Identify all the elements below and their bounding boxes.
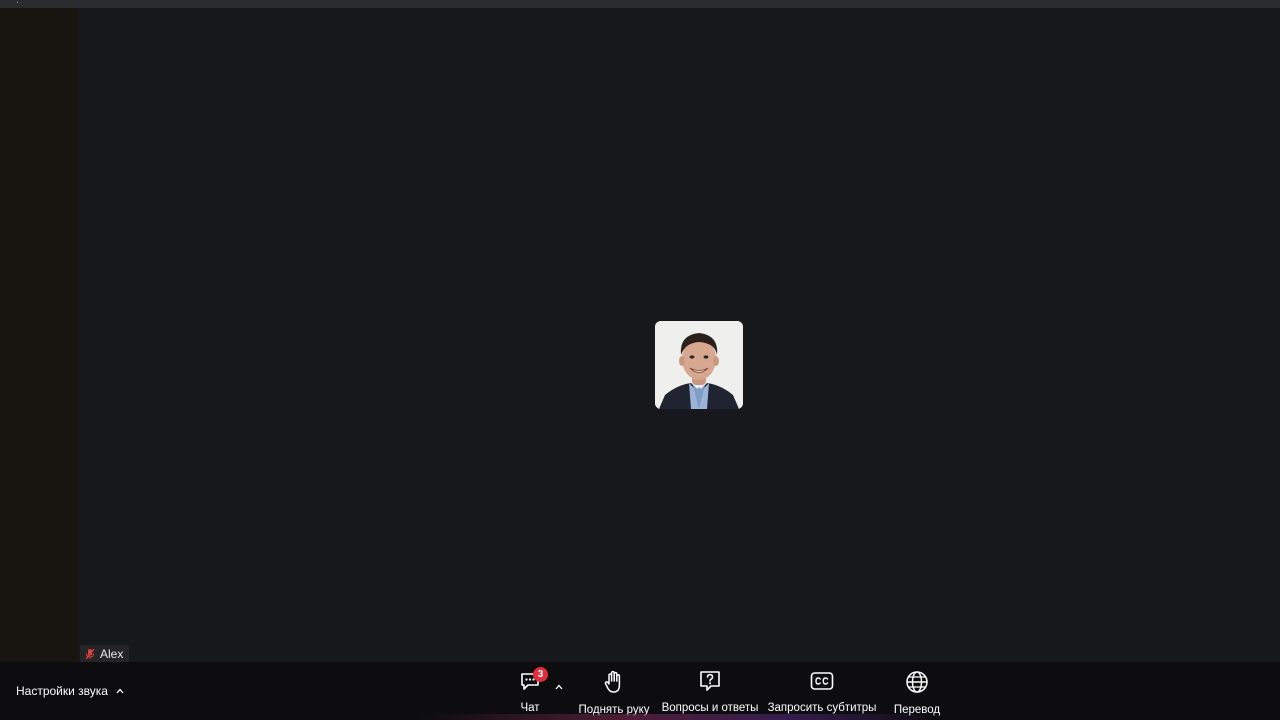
translate-icon-wrap <box>905 670 929 694</box>
meeting-toolbar: Настройки звука 3 Чат Поднять руку Вопро… <box>0 662 1280 720</box>
chat-label: Чат <box>520 702 540 714</box>
chat-button[interactable]: 3 Чат <box>514 667 548 714</box>
closed-captions-icon <box>810 672 834 690</box>
hand-icon <box>604 670 621 693</box>
qa-button[interactable]: Вопросы и ответы <box>661 670 759 714</box>
chat-unread-badge: 3 <box>533 667 548 682</box>
captions-icon-wrap <box>810 670 834 692</box>
qa-label: Вопросы и ответы <box>661 702 759 714</box>
mic-muted-icon <box>85 648 95 659</box>
qa-icon-wrap <box>699 670 721 692</box>
globe-icon <box>906 671 928 693</box>
captions-button[interactable]: Запросить субтитры <box>767 670 877 714</box>
chevron-up-icon <box>116 688 124 694</box>
chat-icon-wrap: 3 <box>519 667 548 692</box>
question-icon <box>700 671 720 691</box>
participant-name-tag: Alex <box>80 645 130 662</box>
bottom-glow <box>420 714 940 720</box>
top-strip: . <box>0 0 1280 8</box>
audio-settings-button[interactable]: Настройки звука <box>16 684 124 698</box>
raise-hand-button[interactable]: Поднять руку <box>578 670 650 716</box>
participant-name: Alex <box>100 646 124 661</box>
meeting-window: . Alex Настройки звука 3 Чат Поднять рук… <box>0 0 1280 720</box>
avatar-portrait-icon <box>655 321 743 409</box>
chat-options-button[interactable] <box>554 678 564 696</box>
participant-avatar <box>655 321 743 409</box>
chevron-up-icon <box>555 684 563 690</box>
captions-label: Запросить субтитры <box>767 702 877 714</box>
top-corner-text: . <box>16 0 20 6</box>
audio-settings-label: Настройки звука <box>16 684 108 698</box>
hand-icon-wrap <box>603 670 625 694</box>
video-stage <box>0 8 1280 662</box>
translate-button[interactable]: Перевод <box>892 670 942 716</box>
